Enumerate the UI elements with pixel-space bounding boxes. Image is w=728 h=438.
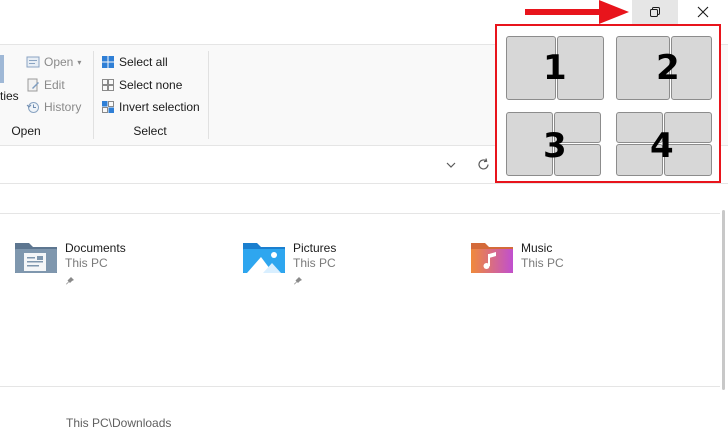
open-group-label: Open (11, 124, 41, 138)
edit-icon (26, 78, 40, 92)
snap-layout-number: 1 (543, 48, 567, 88)
select-none-button[interactable]: Select none (101, 78, 182, 92)
vertical-scrollbar[interactable] (722, 210, 725, 390)
snap-layout-number: 2 (656, 48, 680, 88)
chevron-down-icon: ▾ (77, 57, 82, 67)
folder-name: Music (521, 241, 553, 255)
address-bar[interactable] (0, 152, 466, 180)
properties-label-partial[interactable]: ties (0, 89, 19, 103)
edit-label: Edit (44, 78, 65, 92)
restore-down-button[interactable] (632, 0, 678, 24)
properties-icon-partial (0, 55, 4, 83)
snap-layout-4[interactable]: 4 (616, 112, 712, 176)
select-none-label: Select none (119, 78, 183, 92)
folder-pictures[interactable]: Pictures This PC (241, 237, 336, 291)
folder-location: This PC (65, 256, 108, 270)
invert-selection-button[interactable]: Invert selection (101, 100, 200, 114)
content-area: Documents This PC Pictures This PC Music… (0, 184, 728, 438)
pictures-folder-icon (241, 237, 287, 277)
folder-music[interactable]: Music This PC (469, 237, 564, 277)
snap-layout-1[interactable]: 1 (506, 36, 604, 100)
folder-documents[interactable]: Documents This PC (13, 237, 126, 291)
close-button[interactable] (680, 0, 726, 24)
select-all-icon (101, 55, 115, 69)
refresh-icon[interactable] (476, 157, 491, 177)
section-divider (0, 213, 720, 214)
snap-layout-3[interactable]: 3 (506, 112, 601, 176)
snap-layout-number: 3 (543, 126, 567, 166)
history-label: History (44, 100, 82, 114)
history-icon (26, 100, 40, 114)
pin-icon (65, 273, 126, 291)
folder-location: This PC (293, 256, 336, 270)
history-button[interactable]: History (26, 100, 81, 114)
invert-selection-icon (101, 100, 115, 114)
snap-layouts-popup: 1 2 3 4 (495, 24, 721, 183)
section-divider (0, 386, 720, 387)
open-label: Open (44, 55, 74, 69)
select-none-icon (101, 78, 115, 92)
close-icon (697, 6, 709, 18)
snap-layout-2[interactable]: 2 (616, 36, 712, 100)
folder-name: Pictures (293, 241, 337, 255)
pin-icon (293, 273, 336, 291)
open-button[interactable]: Open ▾ (26, 55, 81, 69)
chevron-down-icon[interactable] (444, 158, 458, 177)
select-all-button[interactable]: Select all (101, 55, 168, 69)
folder-name: Documents (65, 241, 126, 255)
select-group-label: Select (133, 124, 167, 138)
ribbon-group-divider (93, 51, 94, 139)
snap-layout-number: 4 (650, 126, 674, 166)
edit-button[interactable]: Edit (26, 78, 65, 92)
music-folder-icon (469, 237, 515, 277)
ribbon-group-divider (208, 51, 209, 139)
invert-selection-label: Invert selection (119, 100, 200, 114)
select-all-label: Select all (119, 55, 168, 69)
recent-file-path[interactable]: This PC\Downloads (66, 416, 171, 430)
folder-location: This PC (521, 256, 564, 270)
documents-folder-icon (13, 237, 59, 277)
open-icon (26, 55, 40, 69)
restore-icon (649, 6, 661, 18)
